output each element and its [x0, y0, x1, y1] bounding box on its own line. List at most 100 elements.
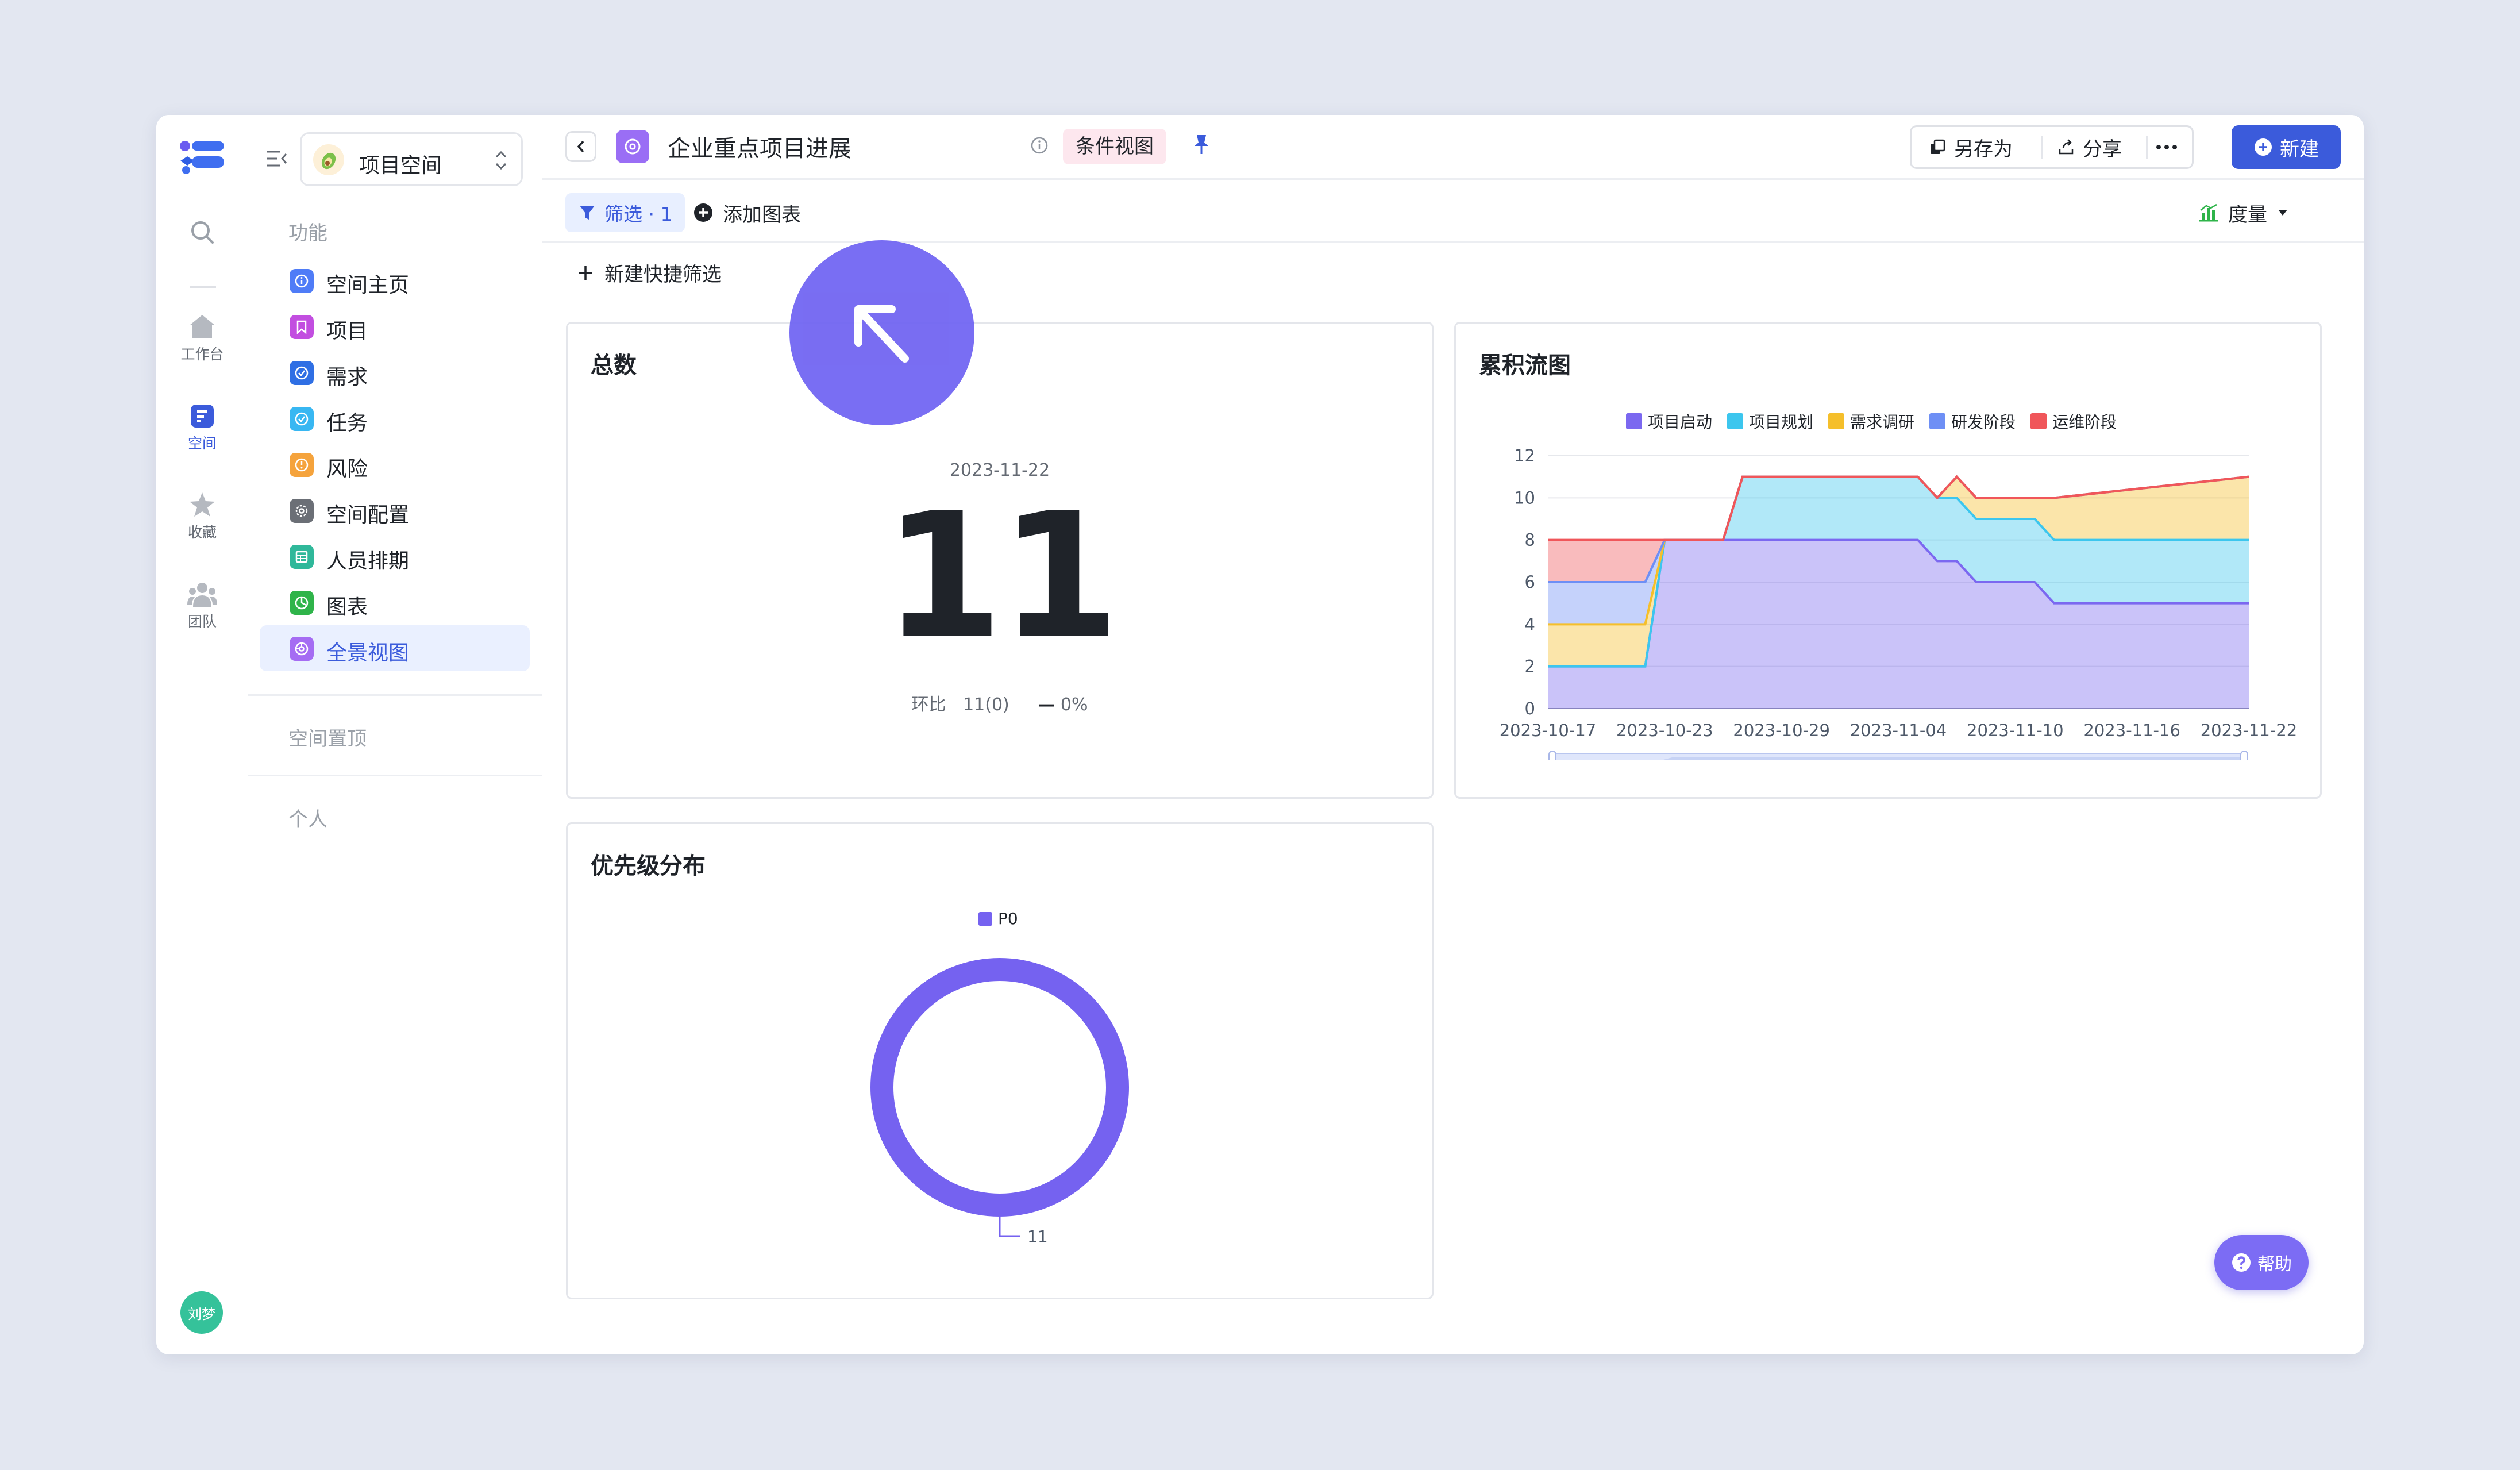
add-chart-button[interactable]: 添加图表 — [693, 193, 801, 232]
sidebar-item-requirements[interactable]: 需求 — [260, 349, 530, 395]
ratio-dash: — — [1038, 695, 1055, 715]
sidebar-item-space-home[interactable]: 空间主页 — [260, 257, 530, 303]
legend-swatch — [2030, 413, 2047, 429]
sidebar-item-label: 图表 — [326, 595, 368, 619]
card-title: 总数 — [591, 352, 637, 379]
sidebar-item-risks[interactable]: 风险 — [260, 441, 530, 487]
rail-item-workbench[interactable]: 工作台 — [156, 313, 248, 364]
total-card[interactable]: 总数 2023-11-22 11 环比 11(0) — 0% — [566, 322, 1434, 799]
sidebar-item-label: 需求 — [326, 365, 368, 389]
x-tick-label: 2023-10-23 — [1616, 721, 1713, 740]
filter-icon — [580, 206, 595, 220]
ratio-value: 11(0) — [963, 695, 1009, 715]
share-button[interactable]: 分享 — [2057, 127, 2122, 167]
new-button[interactable]: 新建 — [2232, 125, 2341, 169]
legend-item[interactable]: P0 — [978, 909, 1018, 928]
new-quick-filter-button[interactable]: 新建快捷筛选 — [577, 259, 722, 287]
section-personal[interactable]: 个人 — [288, 803, 327, 832]
space-name: 项目空间 — [359, 154, 442, 178]
copy-icon — [1931, 139, 1945, 154]
view-type-tag[interactable]: 条件视图 — [1063, 129, 1166, 164]
legend-item[interactable]: 项目规划 — [1727, 410, 1813, 433]
legend-item[interactable]: 研发阶段 — [1929, 410, 2016, 433]
expand-icon — [495, 151, 507, 170]
rail-item-label: 团队 — [187, 613, 217, 630]
sidebar-item-tasks[interactable]: 任务 — [260, 395, 530, 441]
chart-icon — [290, 591, 314, 615]
ratio-label: 环比 — [911, 695, 946, 715]
sidebar-item-label: 项目 — [326, 320, 368, 343]
info-icon[interactable] — [1030, 136, 1049, 155]
action-button-group: 另存为 分享 — [1910, 125, 2194, 169]
star-icon — [190, 492, 215, 517]
task-check-icon — [290, 407, 314, 431]
legend-item[interactable]: 项目启动 — [1626, 410, 1712, 433]
pin-icon[interactable] — [1192, 133, 1211, 156]
rail-item-label: 收藏 — [187, 524, 217, 541]
question-icon — [2232, 1253, 2251, 1272]
measure-label: 度量 — [2228, 203, 2267, 226]
panorama-icon — [290, 637, 314, 661]
sidebar-item-label: 风险 — [326, 457, 368, 481]
y-tick-label: 8 — [1525, 530, 1535, 550]
priority-card[interactable]: 优先级分布 P0 11 — [566, 822, 1434, 1299]
save-as-label: 另存为 — [1954, 137, 2013, 161]
priority-donut-chart: 11 — [870, 958, 1129, 1246]
rail-item-favorites[interactable]: 收藏 — [156, 491, 248, 542]
sidebar-item-label: 任务 — [326, 411, 368, 435]
legend-label: 项目启动 — [1648, 413, 1713, 432]
save-as-button[interactable]: 另存为 — [1929, 127, 2013, 167]
y-tick-label: 6 — [1525, 572, 1535, 592]
sidebar-divider — [248, 694, 542, 696]
sidebar-item-charts[interactable]: 图表 — [260, 579, 530, 625]
sidebar-item-scheduling[interactable]: 人员排期 — [260, 533, 530, 579]
sidebar-item-projects[interactable]: 项目 — [260, 303, 530, 349]
sidebar: 项目空间 功能 空间主页 项目 需求 任务 风险 空间配置 人员排期 图表 全景… — [248, 115, 544, 1354]
help-label: 帮助 — [2257, 1254, 2292, 1275]
more-button[interactable] — [2155, 127, 2178, 167]
help-button[interactable]: 帮助 — [2214, 1235, 2309, 1290]
button-separator — [2146, 136, 2148, 159]
rail-divider — [190, 286, 216, 288]
x-tick-label: 2023-11-10 — [1967, 721, 2064, 740]
legend-swatch — [1828, 413, 1845, 429]
legend-label: 研发阶段 — [1951, 413, 2016, 432]
section-pinned[interactable]: 空间置顶 — [288, 723, 367, 751]
toolbar: 筛选 · 1 添加图表 度量 — [542, 178, 2364, 243]
card-title: 累积流图 — [1479, 352, 1571, 379]
info-icon — [290, 269, 314, 293]
legend-item[interactable]: 需求调研 — [1828, 410, 1914, 433]
y-tick-label: 12 — [1514, 446, 1535, 465]
sidebar-item-label: 空间主页 — [326, 274, 410, 297]
space-selector[interactable]: 项目空间 — [300, 132, 523, 186]
measure-dropdown[interactable]: 度量 — [2198, 193, 2289, 232]
sidebar-item-label: 全景视图 — [326, 641, 410, 665]
collapse-sidebar-icon[interactable] — [265, 148, 288, 169]
calendar-icon — [290, 545, 314, 569]
rail-item-space[interactable]: 空间 — [156, 403, 248, 453]
caret-down-icon — [2278, 210, 2287, 216]
sidebar-item-space-settings[interactable]: 空间配置 — [260, 487, 530, 533]
new-label: 新建 — [2280, 137, 2319, 161]
app-logo-icon[interactable] — [179, 138, 226, 175]
sidebar-item-label: 人员排期 — [326, 549, 410, 573]
cumulative-flow-card[interactable]: 累积流图 项目启动 项目规划 需求调研 研发阶段 运维阶段 0 2 4 6 8 10 12 2… — [1454, 322, 2322, 799]
filter-label: 筛选 · 1 — [604, 203, 673, 225]
back-button[interactable] — [565, 131, 596, 162]
gear-icon — [290, 499, 314, 523]
chevron-left-icon — [577, 140, 584, 153]
avatar[interactable]: 刘梦 — [180, 1291, 223, 1334]
legend-label: 需求调研 — [1850, 413, 1915, 432]
rail-item-label: 空间 — [187, 435, 217, 452]
search-button[interactable] — [156, 218, 248, 246]
rail-item-team[interactable]: 团队 — [156, 582, 248, 631]
chart-legend: P0 — [978, 909, 1018, 928]
sidebar-item-panorama[interactable]: 全景视图 — [260, 625, 530, 671]
legend-label: P0 — [998, 909, 1018, 928]
y-tick-label: 4 — [1525, 614, 1535, 634]
filter-button[interactable]: 筛选 · 1 — [565, 193, 685, 232]
pie-slice-P0 — [870, 958, 1129, 1217]
check-circle-icon — [290, 361, 314, 385]
legend-item[interactable]: 运维阶段 — [2030, 410, 2117, 433]
rail-item-label: 工作台 — [180, 346, 224, 363]
